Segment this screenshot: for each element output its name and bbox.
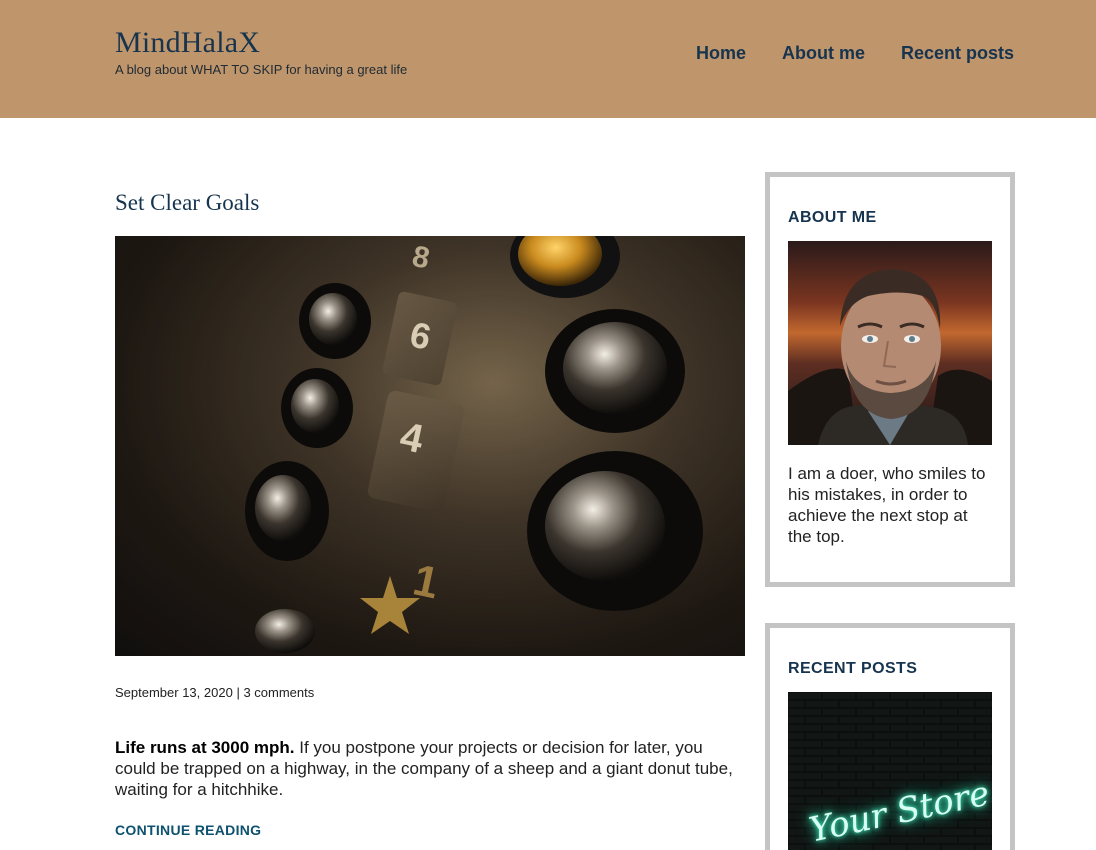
post-meta: September 13, 2020 | 3 comments — [115, 685, 745, 700]
main-nav: Home About me Recent posts — [696, 43, 1014, 64]
about-me-widget: ABOUT ME I am a doer, who smiles to his … — [765, 172, 1015, 587]
site-title[interactable]: MindHalaX — [115, 26, 260, 60]
site-header: MindHalaX A blog about WHAT TO SKIP for … — [0, 0, 1096, 118]
post-comments-link[interactable]: 3 comments — [243, 685, 314, 700]
post-image[interactable]: 6 4 1 8 — [115, 236, 745, 656]
author-portrait — [788, 269, 992, 445]
recent-posts-title: RECENT POSTS — [788, 660, 918, 677]
post-date[interactable]: September 13, 2020 — [115, 685, 233, 700]
about-me-text: I am a doer, who smiles to his mistakes,… — [788, 464, 986, 546]
nav-about-me[interactable]: About me — [782, 43, 865, 64]
post-excerpt: Life runs at 3000 mph. If you postpone y… — [115, 737, 745, 800]
nav-recent-posts[interactable]: Recent posts — [901, 43, 1014, 64]
post-title[interactable]: Set Clear Goals — [115, 190, 745, 216]
recent-posts-widget: RECENT POSTS Your Store — [765, 623, 1015, 850]
about-me-title: ABOUT ME — [788, 209, 877, 226]
meta-separator: | — [236, 685, 240, 700]
site-tagline: A blog about WHAT TO SKIP for having a g… — [115, 62, 408, 77]
recent-post-thumbnail[interactable]: Your Store — [788, 692, 992, 850]
blog-post: Set Clear Goals 6 4 1 8 September 13, 20… — [115, 190, 745, 840]
elevator-buttons-image: 6 4 1 8 — [115, 236, 745, 656]
continue-reading-link[interactable]: CONTINUE READING — [115, 822, 261, 838]
author-photo — [788, 241, 992, 445]
excerpt-lead: Life runs at 3000 mph. — [115, 738, 295, 757]
nav-home[interactable]: Home — [696, 43, 746, 64]
